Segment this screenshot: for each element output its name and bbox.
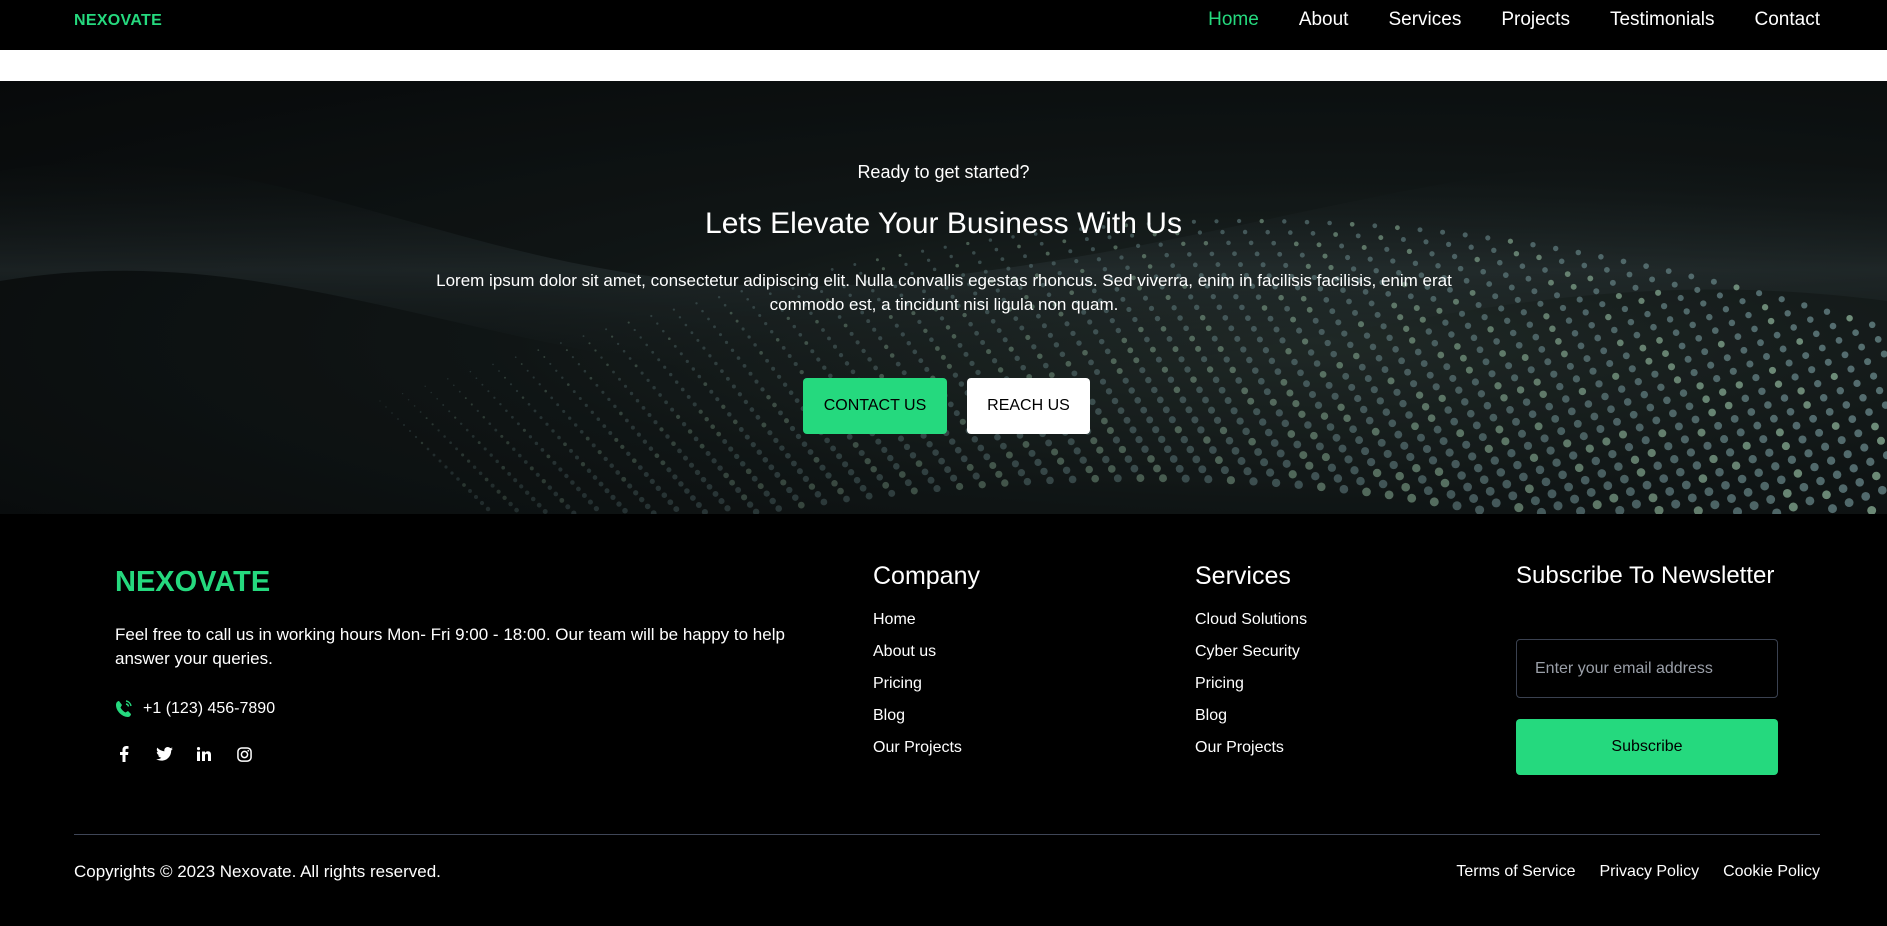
- cookie-policy-link[interactable]: Cookie Policy: [1723, 863, 1820, 881]
- services-link-projects[interactable]: Our Projects: [1195, 738, 1307, 770]
- terms-of-service-link[interactable]: Terms of Service: [1456, 863, 1575, 881]
- contact-us-button[interactable]: CONTACT US: [803, 378, 947, 434]
- services-link-security[interactable]: Cyber Security: [1195, 642, 1307, 674]
- phone-number: +1 (123) 456-7890: [143, 700, 276, 717]
- footer-phone[interactable]: +1 (123) 456-7890: [115, 699, 275, 719]
- reach-us-button[interactable]: REACH US: [967, 378, 1090, 434]
- social-links: [115, 745, 253, 763]
- nav-link-services[interactable]: Services: [1388, 9, 1461, 31]
- footer-services-column: Services Cloud Solutions Cyber Security …: [1195, 562, 1307, 770]
- company-link-projects[interactable]: Our Projects: [873, 738, 980, 770]
- nav-link-home[interactable]: Home: [1208, 9, 1259, 31]
- twitter-icon[interactable]: [155, 745, 173, 763]
- company-heading: Company: [873, 562, 980, 590]
- spacer-strip: [0, 50, 1887, 81]
- cta-hero: Ready to get started? Lets Elevate Your …: [0, 81, 1887, 514]
- services-link-blog[interactable]: Blog: [1195, 706, 1307, 738]
- instagram-icon[interactable]: [235, 745, 253, 763]
- newsletter-heading: Subscribe To Newsletter: [1516, 562, 1775, 589]
- privacy-policy-link[interactable]: Privacy Policy: [1599, 863, 1699, 881]
- footer-brand[interactable]: NEXOVATE: [115, 566, 270, 599]
- nav-links: Home About Services Projects Testimonial…: [1208, 0, 1820, 40]
- footer: NEXOVATE Feel free to call us in working…: [0, 514, 1887, 926]
- copyright-text: Copyrights © 2023 Nexovate. All rights r…: [74, 862, 441, 881]
- brand-logo[interactable]: NEXOVATE: [74, 12, 162, 30]
- footer-divider: [74, 834, 1820, 835]
- subscribe-button[interactable]: Subscribe: [1516, 719, 1778, 775]
- nav-link-contact[interactable]: Contact: [1755, 9, 1820, 31]
- facebook-icon[interactable]: [115, 745, 133, 763]
- nav-link-testimonials[interactable]: Testimonials: [1610, 9, 1715, 31]
- top-navbar: NEXOVATE Home About Services Projects Te…: [0, 0, 1887, 50]
- nav-link-projects[interactable]: Projects: [1501, 9, 1570, 31]
- services-link-pricing[interactable]: Pricing: [1195, 674, 1307, 706]
- footer-description: Feel free to call us in working hours Mo…: [115, 625, 785, 668]
- hero-description: Lorem ipsum dolor sit amet, consectetur …: [436, 271, 1452, 314]
- company-link-home[interactable]: Home: [873, 610, 980, 642]
- footer-company-column: Company Home About us Pricing Blog Our P…: [873, 562, 980, 770]
- linkedin-icon[interactable]: [195, 745, 213, 763]
- legal-links: Terms of Service Privacy Policy Cookie P…: [1456, 863, 1820, 881]
- company-link-blog[interactable]: Blog: [873, 706, 980, 738]
- services-heading: Services: [1195, 562, 1291, 590]
- nav-link-about[interactable]: About: [1299, 9, 1349, 31]
- company-link-about[interactable]: About us: [873, 642, 980, 674]
- newsletter-email-input[interactable]: [1516, 639, 1778, 698]
- hero-kicker: Ready to get started?: [857, 162, 1030, 182]
- company-link-pricing[interactable]: Pricing: [873, 674, 980, 706]
- services-link-cloud[interactable]: Cloud Solutions: [1195, 610, 1307, 642]
- hero-title: Lets Elevate Your Business With Us: [705, 207, 1182, 240]
- footer-newsletter-column: Subscribe To Newsletter: [1516, 562, 1778, 610]
- phone-icon: [115, 699, 133, 719]
